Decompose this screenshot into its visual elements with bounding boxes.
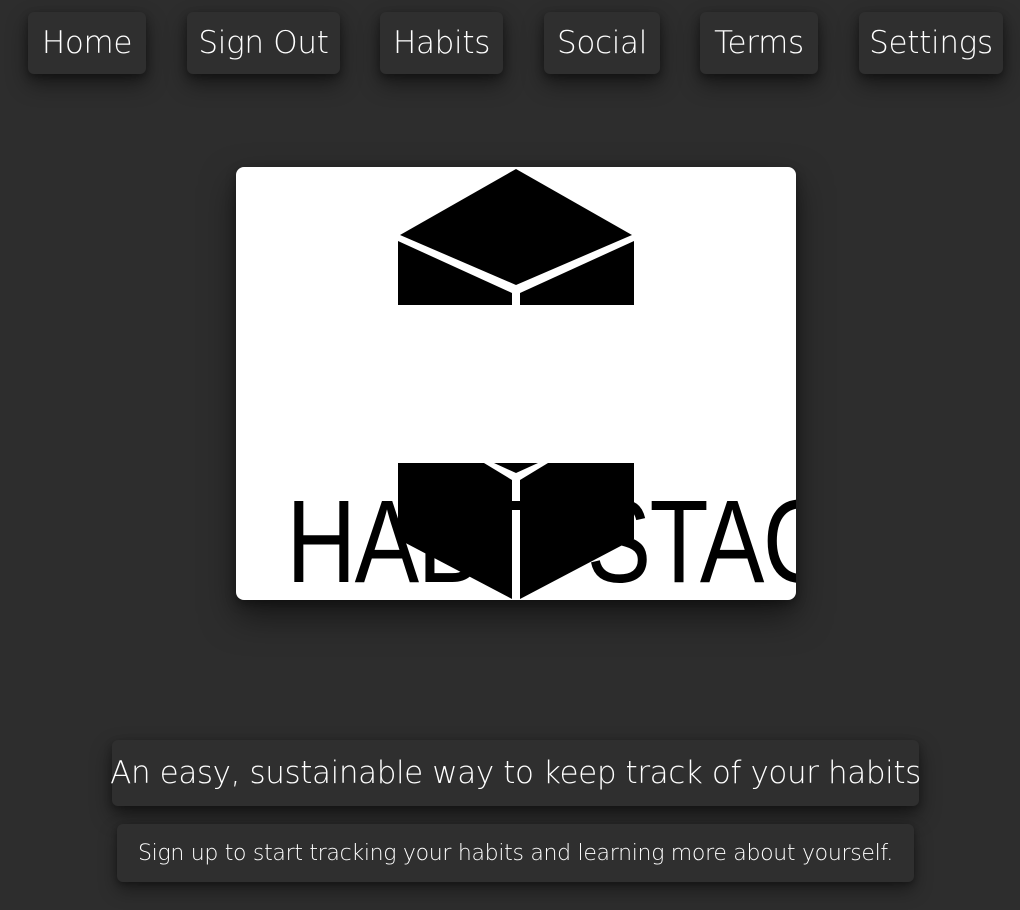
- nav-home-button[interactable]: Home: [28, 12, 146, 74]
- hero-subtext: Sign up to start tracking your habits an…: [117, 824, 914, 882]
- nav-habits-button[interactable]: Habits: [380, 12, 503, 74]
- nav-terms-button[interactable]: Terms: [700, 12, 818, 74]
- nav-social-button[interactable]: Social: [544, 12, 660, 74]
- logo-text: HABIT STACK: [286, 476, 796, 600]
- hero-tagline: An easy, sustainable way to keep track o…: [110, 740, 921, 806]
- habit-stack-logo: HABIT STACK: [236, 167, 796, 600]
- nav-settings-button[interactable]: Settings: [859, 12, 1003, 74]
- nav-sign-out-button[interactable]: Sign Out: [187, 12, 340, 74]
